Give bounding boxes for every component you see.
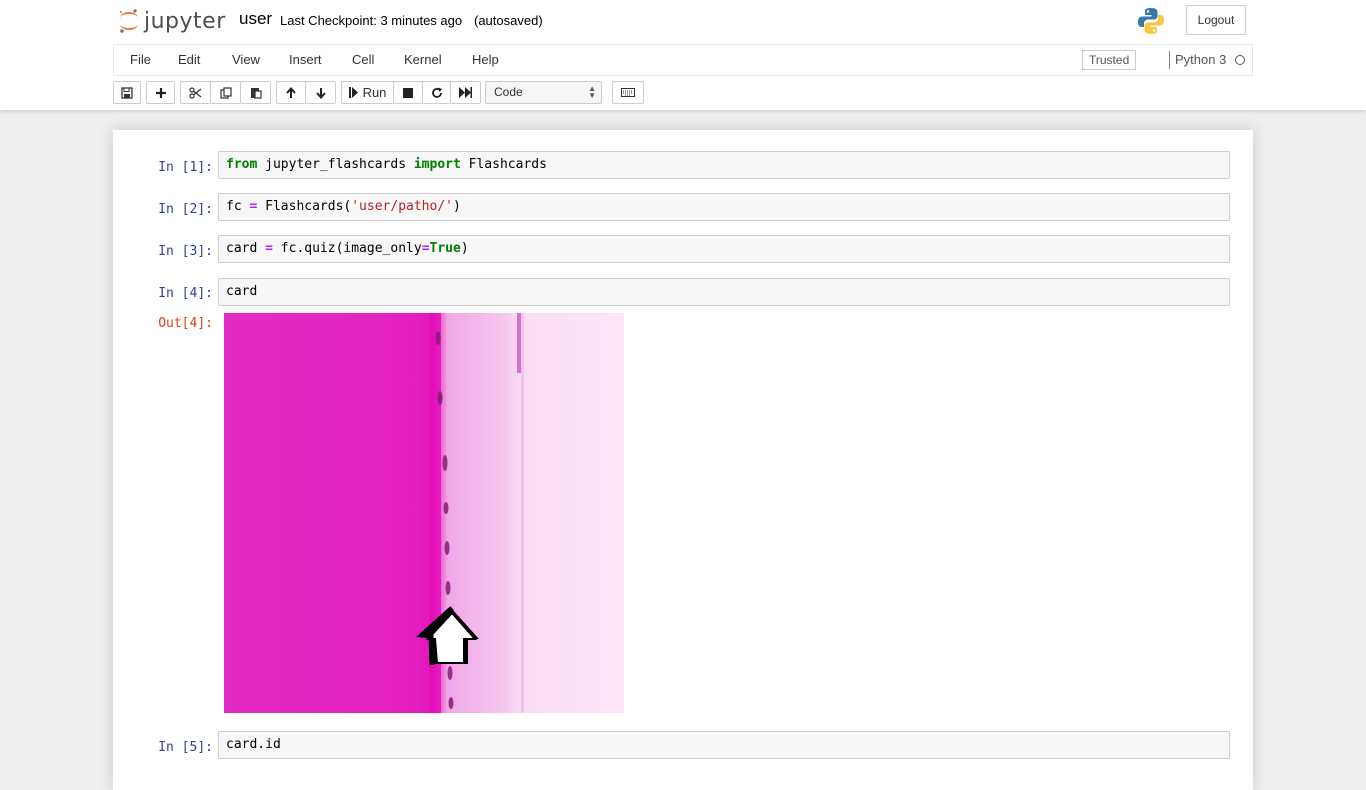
cut-button[interactable] [180,81,211,104]
code-keyword: import [413,157,461,172]
arrow-up-icon [286,86,296,98]
kernel-idle-icon [1235,55,1245,65]
menu-insert[interactable]: Insert [289,45,322,75]
input-prompt: In [1]: [158,160,213,175]
code-text: fc [226,199,250,214]
select-arrows-icon: ▲ ▼ [588,84,596,100]
insert-cell-button[interactable] [146,81,175,104]
menubar: File Edit View Insert Cell Kernel Help T… [113,44,1253,76]
checkpoint-status: Last Checkpoint: 3 minutes ago [280,13,463,28]
restart-button[interactable] [422,81,451,104]
command-palette-button[interactable] [612,81,644,104]
header: jupyter user Last Checkpoint: 3 minutes … [0,0,1366,110]
code-cell-4[interactable]: card [218,278,1230,306]
scissors-icon [189,86,202,99]
code-cell-2[interactable]: fc = Flashcards('user/patho/') [218,193,1230,221]
keyboard-icon [621,88,635,97]
code-text: card [226,241,266,256]
logo-text: jupyter [144,8,226,34]
notebook-container: In [1]: from jupyter_flashcards import F… [113,130,1253,790]
notebook-name[interactable]: user [239,9,272,29]
code-keyword: True [429,241,461,256]
code-text: fc.quiz(image_only [272,241,422,256]
code-cell-1[interactable]: from jupyter_flashcards import Flashcard… [218,151,1230,179]
plus-icon [155,87,166,98]
code-text: card.id [226,737,281,752]
paste-icon [250,87,262,99]
input-prompt: In [5]: [158,740,213,755]
kernel-name: Python 3 [1175,52,1227,67]
save-icon [121,86,133,99]
restart-icon [431,87,442,98]
code-text: jupyter_flashcards [257,157,414,172]
save-button[interactable] [113,81,141,104]
input-prompt: In [4]: [158,286,213,301]
run-label: Run [362,85,387,100]
trusted-badge[interactable]: Trusted [1082,50,1137,70]
jupyter-logo[interactable]: jupyter [118,6,228,36]
arrow-down-icon [315,87,326,99]
menu-help[interactable]: Help [472,45,499,75]
code-cell-3[interactable]: card = fc.quiz(image_only=True) [218,235,1230,263]
code-text: card [226,284,258,299]
jupyter-logo-icon [119,9,138,33]
code-keyword: from [226,157,258,172]
stop-icon [403,87,413,98]
histology-output-image [224,313,624,713]
code-text: ) [460,241,469,256]
input-prompt: In [3]: [158,244,213,259]
restart-run-all-button[interactable] [450,81,481,104]
cell-type-value: Code [494,85,523,99]
code-text: Flashcards [460,157,547,172]
menu-view[interactable]: View [232,45,260,75]
autosave-status: (autosaved) [474,13,543,28]
copy-button[interactable] [210,81,241,104]
code-operator: = [265,241,273,256]
copy-icon [219,86,232,99]
run-button[interactable]: Run [341,81,394,104]
menu-edit[interactable]: Edit [178,45,200,75]
python-logo-icon [1138,8,1164,34]
code-operator: = [421,241,430,256]
interrupt-button[interactable] [393,81,423,104]
code-cell-5[interactable]: card.id [218,731,1230,759]
paste-button[interactable] [240,81,271,104]
menu-kernel[interactable]: Kernel [404,45,442,75]
kernel-separator [1169,51,1170,69]
input-prompt: In [2]: [158,202,213,217]
move-down-button[interactable] [305,81,336,104]
step-forward-icon [348,87,358,98]
move-up-button[interactable] [276,81,306,104]
code-text: ) [452,199,461,214]
header-row: jupyter user Last Checkpoint: 3 minutes … [113,0,1253,44]
code-string: 'user/patho/' [351,199,453,214]
fast-forward-icon [459,87,472,98]
menu-file[interactable]: File [130,45,151,75]
logout-button[interactable]: Logout [1186,5,1246,35]
code-text: Flashcards( [257,199,352,214]
output-prompt: Out[4]: [158,316,213,331]
cell-type-select[interactable]: Code ▲ ▼ [485,81,602,104]
menu-cell[interactable]: Cell [352,45,374,75]
